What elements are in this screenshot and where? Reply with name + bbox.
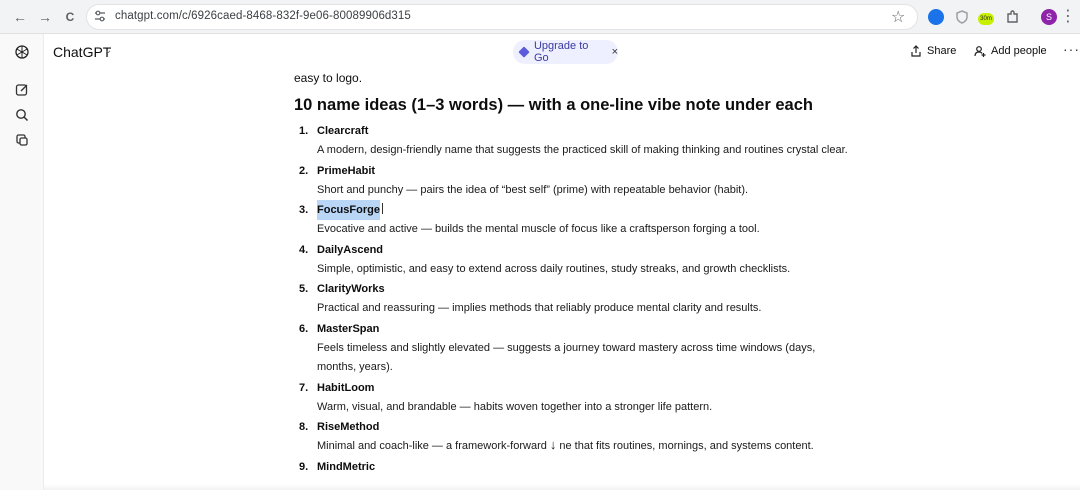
idea-note: Simple, optimistic, and easy to extend a…	[317, 262, 791, 275]
idea-note: Evocative and active — builds the mental…	[317, 223, 760, 235]
name-ideas-list: 1. Clearcraft A modern, design-friendly …	[294, 121, 854, 477]
url-text[interactable]: chatgpt.com/c/6926caed-8468-832f-9e06-80…	[115, 10, 411, 22]
upgrade-label: Upgrade to Go	[533, 40, 589, 64]
list-number: 7.	[299, 381, 309, 394]
idea-name: ClarityWorks	[317, 283, 385, 295]
sidebar-rail	[0, 34, 44, 490]
add-people-button[interactable]: Add people	[974, 45, 1047, 57]
add-people-label: Add people	[991, 45, 1047, 57]
list-item: 3. FocusForge Evocative and active — bui…	[294, 200, 854, 240]
list-number: 9.	[299, 460, 309, 473]
list-item: 9. MindMetric	[294, 457, 854, 477]
composer-edge	[44, 484, 1080, 490]
idea-name: HabitLoom	[317, 381, 375, 394]
timer-ext-icon[interactable]: 30m	[978, 13, 994, 25]
idea-note: Practical and reassuring — implies metho…	[317, 302, 762, 314]
list-number: 6.	[299, 322, 309, 335]
list-item: 2. PrimeHabit Short and punchy — pairs t…	[294, 161, 854, 201]
idea-name: DailyAscend	[317, 243, 384, 256]
close-icon[interactable]: ×	[612, 46, 618, 58]
share-label: Share	[927, 45, 957, 57]
list-item: 8. RiseMethod Minimal and coach-like — a…	[294, 417, 854, 457]
search-icon[interactable]	[14, 107, 30, 123]
idea-name: PrimeHabit	[317, 164, 376, 177]
list-item: 5. ClarityWorks Practical and reassuring…	[294, 279, 854, 319]
idea-name: MindMetric	[317, 460, 376, 473]
chevron-down-icon[interactable]: ⌄	[104, 45, 112, 56]
idea-note: Warm, visual, and brandable — habits wov…	[317, 400, 713, 413]
text-cursor-icon	[381, 203, 383, 214]
shield-outline-ext-icon[interactable]	[954, 9, 970, 25]
profile-avatar-icon[interactable]: S	[1041, 9, 1057, 25]
assistant-message: easy to logo. 10 name ideas (1–3 words) …	[294, 68, 854, 477]
new-chat-icon[interactable]	[14, 82, 30, 98]
share-icon	[911, 45, 921, 57]
reload-icon[interactable]: C	[60, 7, 80, 27]
idea-note: Feels timeless and slightly elevated — s…	[317, 341, 816, 374]
section-heading: 10 name ideas (1–3 words) — with a one-l…	[294, 96, 813, 114]
note-text: Minimal and coach-like — a framework-for…	[317, 440, 547, 452]
shield-ext-icon[interactable]	[928, 9, 944, 25]
note-text: ne that fits routines, mornings, and sys…	[559, 440, 814, 452]
list-number: 5.	[299, 283, 309, 295]
puzzle-ext-icon[interactable]	[1005, 9, 1021, 25]
site-settings-icon[interactable]	[93, 9, 107, 23]
forward-icon[interactable]: →	[35, 7, 55, 27]
scroll-down-icon[interactable]: ↓	[550, 438, 557, 451]
list-number: 4.	[299, 243, 309, 256]
paragraph-tail: easy to logo.	[294, 71, 363, 85]
back-icon[interactable]: ←	[10, 7, 30, 27]
share-button[interactable]: Share	[910, 45, 956, 57]
list-number: 1.	[299, 125, 309, 137]
list-item: 7. HabitLoom Warm, visual, and brandable…	[294, 378, 854, 418]
list-number: 8.	[299, 421, 309, 433]
idea-name-selected[interactable]: FocusForge	[317, 200, 380, 220]
list-number: 3.	[299, 204, 309, 216]
browser-menu-icon[interactable]: ⋮	[1060, 6, 1076, 26]
list-item: 6. MasterSpan Feels timeless and slightl…	[294, 319, 854, 378]
upgrade-button[interactable]: Upgrade to Go ×	[513, 40, 618, 64]
list-item: 1. Clearcraft A modern, design-friendly …	[294, 121, 854, 161]
library-icon[interactable]	[14, 132, 30, 148]
list-number: 2.	[299, 164, 309, 177]
idea-name: RiseMethod	[317, 421, 380, 433]
idea-note: A modern, design-friendly name that sugg…	[317, 144, 848, 156]
idea-name: MasterSpan	[317, 322, 380, 335]
chatgpt-logo-icon[interactable]	[14, 44, 30, 60]
more-options-icon[interactable]: ···	[1063, 41, 1080, 57]
idea-note: Minimal and coach-like — a framework-for…	[317, 437, 854, 457]
idea-note: Short and punchy — pairs the idea of “be…	[317, 183, 749, 196]
browser-toolbar: ← → C chatgpt.com/c/6926caed-8468-832f-9…	[0, 0, 1080, 34]
add-person-icon	[974, 46, 986, 57]
diamond-icon	[518, 46, 530, 58]
list-item: 4. DailyAscend Simple, optimistic, and e…	[294, 240, 854, 280]
bookmark-star-icon[interactable]: ☆	[891, 7, 905, 27]
idea-name: Clearcraft	[317, 125, 369, 137]
app-title[interactable]: ChatGPT	[53, 44, 111, 60]
